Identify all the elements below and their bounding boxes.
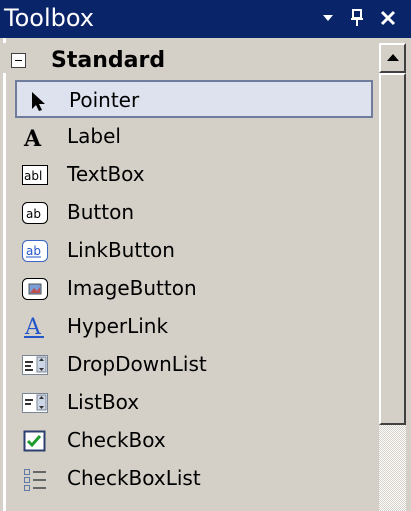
button-icon: ab — [22, 201, 48, 225]
label-icon: A — [22, 125, 48, 152]
toolbox-item-label: CheckBox — [67, 428, 166, 452]
toolbox-item-listbox[interactable]: ListBox — [15, 384, 373, 422]
svg-text:ab: ab — [26, 244, 41, 258]
toolbox-item-label: ImageButton — [67, 276, 197, 300]
linkbutton-icon: ab — [22, 239, 48, 263]
toolbox-item-hyperlink[interactable]: A HyperLink — [15, 308, 373, 346]
toolbox-item-label: Button — [67, 200, 134, 224]
toolbox-item-label: ListBox — [67, 390, 140, 414]
window-title: Toolbox — [4, 4, 94, 32]
svg-text:abl: abl — [24, 169, 42, 183]
collapse-icon[interactable] — [11, 53, 26, 68]
scroll-up-button[interactable] — [379, 43, 406, 73]
svg-text:A: A — [23, 126, 42, 149]
hyperlink-icon: A — [22, 315, 48, 340]
toolbox-item-textbox[interactable]: abl TextBox — [15, 156, 373, 194]
checkbox-icon — [22, 429, 48, 453]
toolbox-item-label: TextBox — [67, 162, 145, 186]
toolbox-item-checkboxlist[interactable]: CheckBoxList — [15, 460, 373, 498]
toolbox-item-label: CheckBoxList — [67, 466, 201, 490]
toolbox-item-button[interactable]: ab Button — [15, 194, 373, 232]
svg-text:ab: ab — [26, 207, 41, 221]
textbox-icon: abl — [22, 163, 48, 187]
toolbox-item-label-control[interactable]: A Label — [15, 118, 373, 156]
pin-icon — [351, 9, 363, 26]
pointer-icon — [24, 89, 50, 113]
autohide-pin-button[interactable] — [344, 4, 370, 32]
toolbox-titlebar: Toolbox — [0, 0, 411, 38]
toolbox-item-imagebutton[interactable]: ImageButton — [15, 270, 373, 308]
scroll-thumb[interactable] — [379, 73, 406, 425]
close-button[interactable] — [375, 4, 401, 32]
toolbox-item-checkbox[interactable]: CheckBox — [15, 422, 373, 460]
toolbox-item-label: DropDownList — [67, 352, 207, 376]
group-header-standard[interactable]: Standard — [3, 43, 379, 73]
dropdownlist-icon — [22, 353, 48, 377]
group-label: Standard — [51, 48, 166, 73]
close-icon — [380, 10, 396, 26]
toolbox-item-label: Pointer — [69, 88, 140, 112]
toolbox-item-pointer[interactable]: Pointer — [15, 80, 373, 118]
toolbox-item-linkbutton[interactable]: ab LinkButton — [15, 232, 373, 270]
svg-text:A: A — [24, 315, 42, 339]
toolbox-item-label: HyperLink — [67, 314, 169, 338]
toolbox-item-label: Label — [67, 124, 121, 148]
window-dropdown-button[interactable] — [315, 4, 341, 32]
toolbox-item-label: LinkButton — [67, 238, 175, 262]
toolbox-item-dropdownlist[interactable]: DropDownList — [15, 346, 373, 384]
chevron-down-icon — [323, 15, 333, 21]
checkboxlist-icon — [22, 467, 48, 491]
listbox-icon — [22, 391, 48, 415]
vertical-scrollbar[interactable] — [379, 43, 406, 511]
imagebutton-icon — [22, 277, 48, 301]
